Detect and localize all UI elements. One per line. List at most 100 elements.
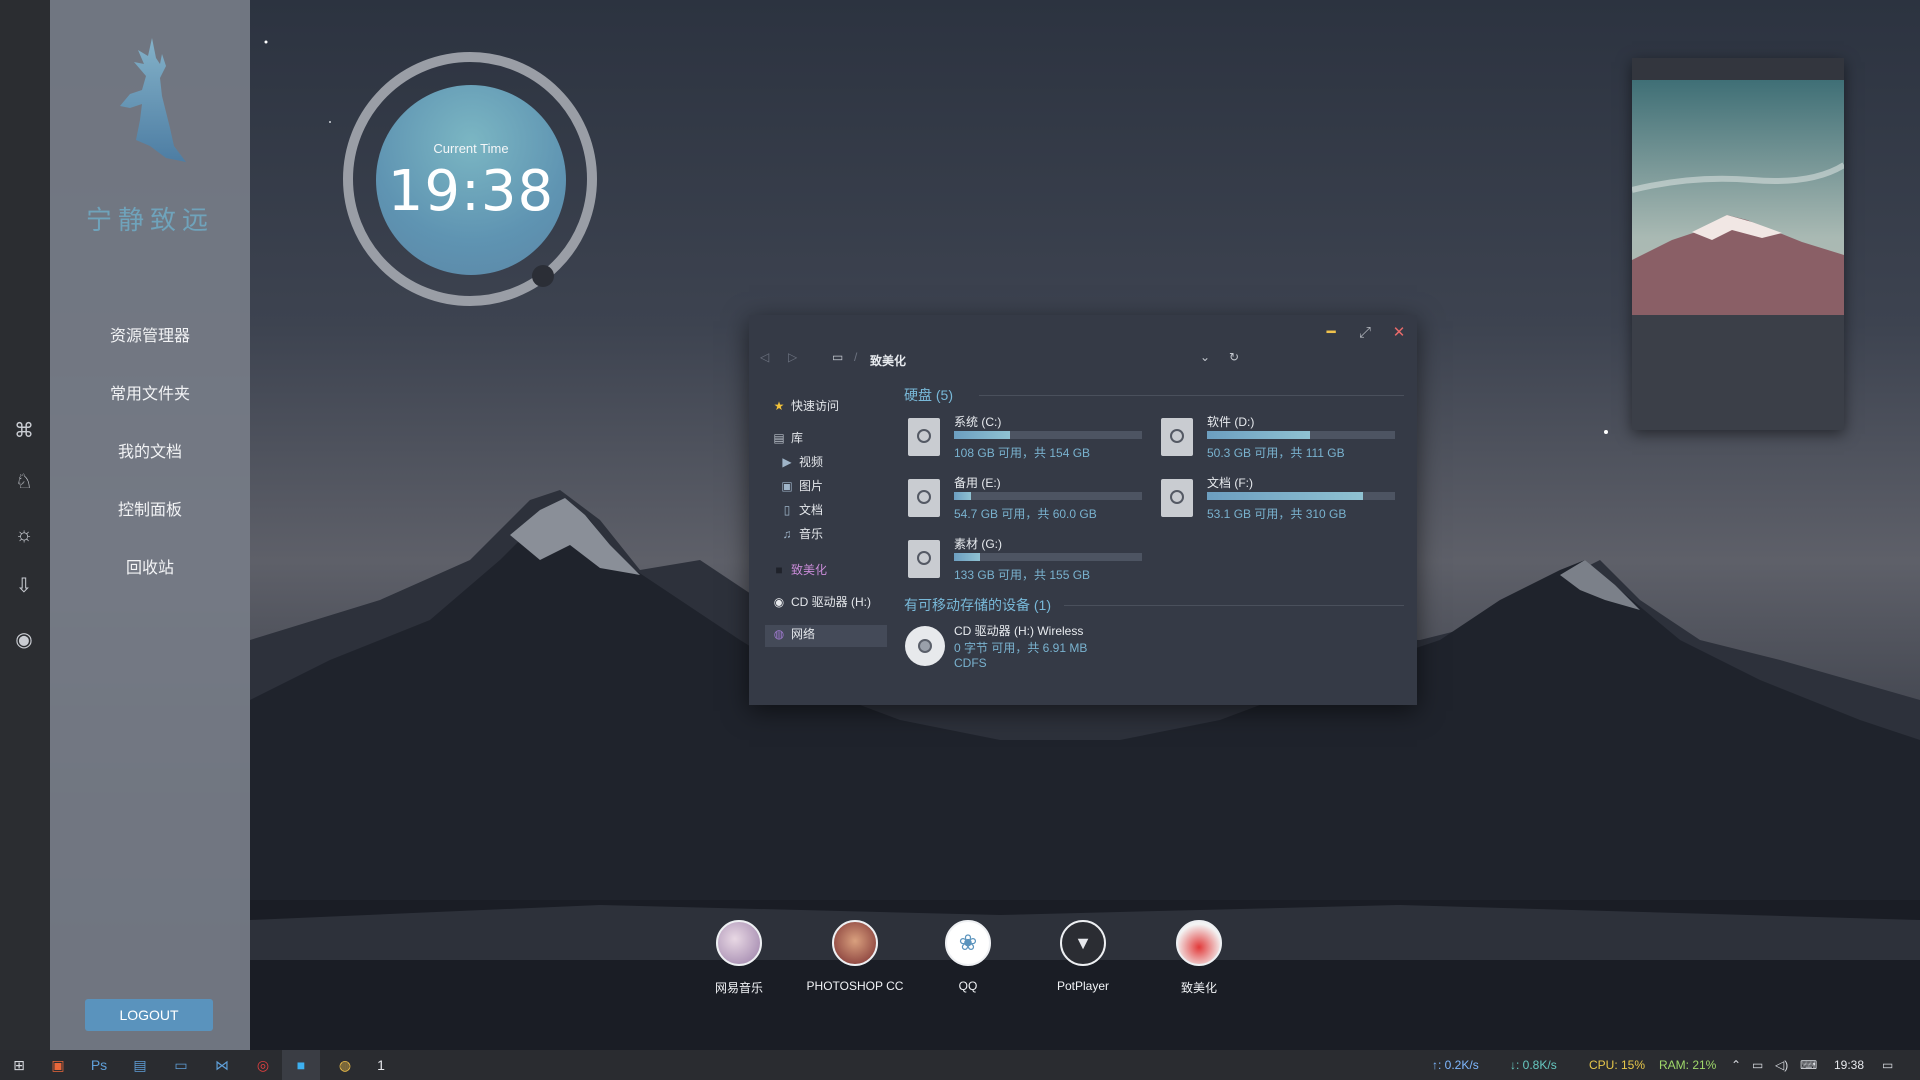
tree-beautify[interactable]: ■ 致美化 (771, 559, 827, 581)
drive-name: CD 驱动器 (H:) Wireless (954, 624, 1084, 638)
dock-label: PHOTOSHOP CC (806, 979, 904, 993)
dock-qq[interactable]: ❀ QQ (913, 920, 1023, 993)
drive-f[interactable]: 文档 (F:) 53.1 GB 可用，共 310 GB (1161, 474, 1401, 524)
file-explorer-window: ━ ⤢ ✕ ◁ ▷ ▭ / 致美化 ⌄ ↻ ★ 快速访问 ▤ 库 ▶ 视频 ▣ 图片 ▯… (749, 315, 1417, 705)
drive-usage-fill (1207, 431, 1311, 439)
tree-library[interactable]: ▤ 库 (771, 427, 803, 449)
drive-c[interactable]: 系统 (C:) 108 GB 可用，共 154 GB (908, 413, 1148, 463)
network-tray-icon[interactable]: ▭ (1752, 1058, 1763, 1072)
tree-documents[interactable]: ▯ 文档 (779, 499, 823, 521)
back-arrow-icon[interactable]: ◁ (760, 350, 769, 364)
drive-info: 54.7 GB 可用，共 60.0 GB (954, 507, 1097, 521)
drive-g[interactable]: 素材 (G:) 133 GB 可用，共 155 GB (908, 535, 1148, 585)
tray-expand-icon[interactable]: ⌃ (1731, 1058, 1741, 1072)
taskbar-clock[interactable]: 19:38 (1834, 1058, 1864, 1072)
picture-icon: ▣ (781, 479, 793, 493)
menu-my-documents[interactable]: 我的文档 (50, 438, 250, 462)
record-icon[interactable]: ◉ (11, 627, 37, 653)
refresh-icon[interactable]: ↻ (1229, 350, 1239, 364)
history-dropdown-icon[interactable]: ⌄ (1200, 350, 1210, 364)
drive-usage-bar (954, 553, 1142, 561)
qq-icon: ❀ (945, 920, 991, 966)
keyboard-icon[interactable]: ⌨ (1800, 1058, 1817, 1072)
drive-e[interactable]: 备用 (E:) 54.7 GB 可用，共 60.0 GB (908, 474, 1148, 524)
dock-potplayer[interactable]: ▼ PotPlayer (1028, 920, 1138, 993)
hard-drive-icon (1161, 479, 1193, 517)
menu-control-panel[interactable]: 控制面板 (50, 496, 250, 520)
breadcrumb-separator-icon: / (854, 350, 858, 364)
dock-label: QQ (958, 979, 978, 993)
forward-arrow-icon[interactable]: ▷ (788, 350, 797, 364)
terminal-icon[interactable]: ▭ (162, 1050, 200, 1080)
upload-speed: ↑: 0.2K/s (1432, 1058, 1479, 1072)
drive-usage-fill (954, 553, 981, 561)
tree-label: 网络 (791, 627, 816, 641)
apps-grid-icon[interactable]: ⌘ (11, 418, 37, 444)
lightbulb-icon[interactable]: ☼ (11, 522, 37, 548)
tree-pictures[interactable]: ▣ 图片 (779, 475, 823, 497)
photoshop-icon (832, 920, 878, 966)
clock-label: Current Time (433, 141, 509, 156)
maximize-button[interactable]: ⤢ (1354, 323, 1376, 343)
drive-info: 0 字节 可用，共 6.91 MB (954, 641, 1088, 655)
logout-button[interactable]: LOGOUT (85, 999, 213, 1031)
chrome-icon[interactable]: ◍ (326, 1050, 364, 1080)
section-divider (1064, 605, 1404, 606)
drive-info: 53.1 GB 可用，共 310 GB (1207, 507, 1347, 521)
dock-photoshop[interactable]: PHOTOSHOP CC (800, 920, 910, 993)
tree-music[interactable]: ♫ 音乐 (779, 523, 824, 545)
hard-drive-icon (908, 479, 940, 517)
tree-cd-drive[interactable]: ◉ CD 驱动器 (H:) (771, 591, 871, 613)
section-removable: 有可移动存储的设备 (1) (904, 597, 1051, 613)
photo-widget[interactable] (1632, 58, 1844, 430)
monitor-icon: ■ (775, 563, 783, 577)
ram-usage: RAM: 21% (1659, 1058, 1717, 1072)
dock-beautify[interactable]: 致美化 (1144, 920, 1254, 996)
mountain-photo (1632, 80, 1844, 430)
computer-icon: ▭ (832, 350, 844, 364)
tree-videos[interactable]: ▶ 视频 (779, 451, 823, 473)
breadcrumb[interactable]: 致美化 (870, 352, 906, 369)
photoshop-taskbar-icon[interactable]: Ps (80, 1050, 118, 1080)
menu-recycle-bin[interactable]: 回收站 (50, 554, 250, 578)
drive-info: 133 GB 可用，共 155 GB (954, 568, 1091, 582)
drive-filesystem: CDFS (954, 656, 987, 670)
close-button[interactable]: ✕ (1388, 323, 1410, 343)
drive-info: 50.3 GB 可用，共 111 GB (1207, 446, 1345, 460)
download-icon[interactable]: ⇩ (11, 573, 37, 599)
tree-label: 音乐 (799, 527, 824, 541)
potplayer-icon: ▼ (1060, 920, 1106, 966)
minimize-button[interactable]: ━ (1320, 323, 1342, 343)
photo-widget-titlebar[interactable] (1632, 58, 1844, 80)
drive-usage-bar (1207, 492, 1395, 500)
drive-usage-fill (954, 431, 1011, 439)
menu-file-explorer[interactable]: 资源管理器 (50, 322, 250, 346)
menu-common-folders[interactable]: 常用文件夹 (50, 380, 250, 404)
dock-netease-music[interactable]: 网易音乐 (684, 920, 794, 996)
app-1-icon[interactable]: 1 (362, 1050, 400, 1080)
tree-network[interactable]: ◍ 网络 (771, 623, 815, 645)
fox-icon[interactable]: ♘ (11, 469, 37, 495)
office-icon[interactable]: ▣ (39, 1050, 77, 1080)
notification-icon[interactable]: ▭ (1882, 1058, 1893, 1072)
cd-drive-h[interactable]: CD 驱动器 (H:) Wireless 0 字节 可用，共 6.91 MB C… (905, 622, 1145, 682)
netease-taskbar-icon[interactable]: ◎ (244, 1050, 282, 1080)
deer-logo-icon (120, 38, 186, 162)
tree-label: 文档 (799, 503, 824, 517)
start-windows-icon[interactable]: ⊞ (0, 1050, 38, 1080)
tree-label: CD 驱动器 (H:) (791, 595, 871, 609)
drive-usage-bar (954, 431, 1142, 439)
tree-quick-access[interactable]: ★ 快速访问 (771, 395, 839, 417)
file-explorer-taskbar-icon[interactable]: ■ (282, 1050, 320, 1080)
volume-icon[interactable]: ◁) (1775, 1058, 1788, 1072)
netease-music-icon (716, 920, 762, 966)
hard-drive-icon (908, 418, 940, 456)
notepad-icon[interactable]: ▤ (121, 1050, 159, 1080)
icon-rail: ⌘ ♘ ☼ ⇩ ◉ (0, 0, 50, 1050)
brand-title: 宁静致远 (85, 206, 214, 236)
drive-d[interactable]: 软件 (D:) 50.3 GB 可用，共 111 GB (1161, 413, 1401, 463)
vscode-icon[interactable]: ⋈ (203, 1050, 241, 1080)
cd-icon (905, 626, 945, 666)
dock-label: 网易音乐 (714, 981, 763, 995)
music-icon: ♫ (782, 527, 792, 541)
